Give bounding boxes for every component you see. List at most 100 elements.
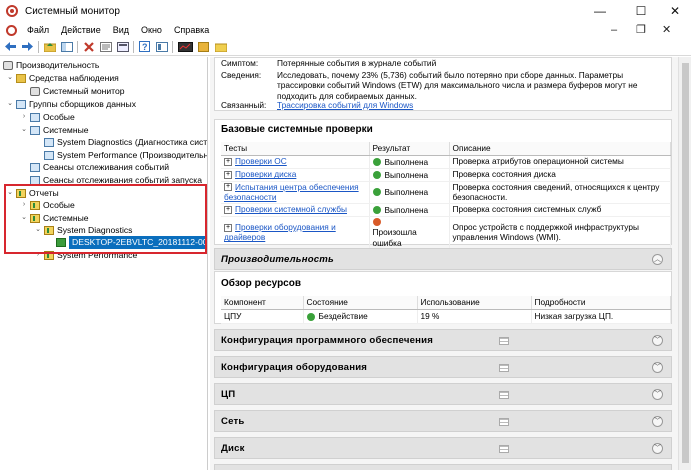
scrollbar-thumb[interactable] [682,63,689,463]
test-link[interactable]: Проверки ОС [235,156,287,166]
col-description[interactable]: Описание [449,142,671,156]
table-view-icon[interactable] [499,391,509,399]
tree-label: Системный монитор [43,86,125,96]
table-row[interactable]: ЦПУ Бездействие 19 % Низкая загрузка ЦП. [221,309,671,324]
section-label: Конфигурация программного обеспечения [221,335,434,346]
chevron-right-icon[interactable]: › [20,111,28,124]
cell-result: Выполнена [369,168,450,182]
content-scrollbar[interactable] [678,57,691,470]
cell-result: Выполнена [369,181,450,204]
menu-app-icon[interactable] [6,24,17,36]
show-hide-tree-icon[interactable] [60,40,73,53]
result-text: Выполнена [384,169,429,180]
table-view-icon[interactable] [499,418,509,426]
collector-icon [30,112,40,122]
symptom-label: Симптом: [221,58,259,68]
col-state[interactable]: Состояние [303,296,418,310]
disk-section-bar[interactable]: Диск ﹀ [214,437,672,459]
expand-plus-icon[interactable]: + [224,171,232,180]
hardware-config-section-bar[interactable]: Конфигурация оборудования ﹀ [214,356,672,378]
cell-test: + Испытания центра обеспечения безопаснос… [221,181,370,204]
child-close-button[interactable]: ✕ [662,22,671,38]
table-row[interactable]: + Испытания центра обеспечения безопаснос… [221,181,671,204]
help-icon[interactable]: ? [138,40,151,53]
tree-item-system-monitor[interactable]: Системный монитор [30,85,125,98]
cell-result: Выполнена [369,155,450,169]
network-section-bar[interactable]: Сеть ﹀ [214,410,672,432]
col-tests[interactable]: Тесты [221,142,370,156]
table-row[interactable]: + Проверки диска Выполнена Проверка состоян… [221,168,671,182]
related-link[interactable]: Трассировка событий для Windows [277,100,669,110]
folder-up-icon[interactable] [43,40,56,53]
cpu-section-bar[interactable]: ЦП ﹀ [214,383,672,405]
table-header: Тесты Результат Описание [221,142,671,156]
report-icon[interactable] [177,40,193,53]
tree-item-event-trace-sessions[interactable]: Сеансы отслеживания событий [20,161,169,174]
chevron-down-icon[interactable]: ﹀ [652,443,663,454]
chevron-down-icon[interactable]: ﹀ [652,335,663,346]
details-label: Сведения: [221,70,262,80]
col-result[interactable]: Результат [369,142,450,156]
status-ok-icon [372,170,381,179]
performance-section-bar[interactable]: Производительность ︿ [214,248,672,270]
chevron-down-icon[interactable]: ⌄ [20,124,28,137]
table-row[interactable]: + Проверки ОС Выполнена Проверка атрибутов … [221,155,671,169]
tree-item-cs-system[interactable]: ⌄ Системные [20,124,88,137]
folder-icon[interactable] [214,40,227,53]
menu-file[interactable]: Файл [21,22,55,38]
table-row[interactable]: + Проверки системной службы Выполнена Прове… [221,203,671,217]
test-link[interactable]: Проверки оборудования и драйверов [224,222,336,243]
test-link[interactable]: Испытания центра обеспечения безопасност… [224,182,359,203]
col-component[interactable]: Компонент [221,296,304,310]
table-view-icon[interactable] [499,337,509,345]
menu-help[interactable]: Справка [168,22,215,38]
menu-action[interactable]: Действие [55,22,107,38]
result-text: Произошла ошибка [372,227,417,248]
window-close-button[interactable]: ✕ [652,0,691,22]
chevron-down-icon[interactable]: ⌄ [6,72,14,85]
tree-label: System Diagnostics (Диагностика сист [57,137,208,147]
view-icon[interactable] [155,40,168,53]
test-link[interactable]: Проверки диска [235,169,296,179]
forward-icon[interactable] [21,40,34,53]
child-restore-button[interactable]: ❐ [636,22,646,38]
chevron-down-icon[interactable]: ⌄ [6,98,14,111]
table-row[interactable]: + Проверки оборудования и драйверов Произо… [221,216,671,249]
chart-icon[interactable] [197,40,210,53]
details-value: Исследовать, почему 23% (5,736) событий … [277,70,638,101]
chevron-up-icon[interactable]: ︿ [652,254,663,265]
chevron-down-icon[interactable]: ﹀ [652,389,663,400]
table-view-icon[interactable] [499,364,509,372]
delete-icon[interactable] [82,40,95,53]
properties-icon[interactable] [99,40,112,53]
export-icon[interactable] [116,40,129,53]
tree-item-cs-system-performance[interactable]: System Performance (Производительн [44,149,207,162]
tree-item-cs-system-diagnostics[interactable]: System Diagnostics (Диагностика сист [44,136,207,149]
col-usage[interactable]: Использование [417,296,532,310]
expand-plus-icon[interactable]: + [224,223,232,232]
tree-label: Производительность [16,60,100,70]
status-ok-icon [306,312,315,321]
cell-test: + Проверки ОС [221,155,370,169]
expand-plus-icon[interactable]: + [224,206,232,215]
menu-window[interactable]: Окно [135,22,168,38]
window-minimize-button[interactable]: — [577,0,623,22]
test-link[interactable]: Проверки системной службы [235,204,347,214]
col-details[interactable]: Подробности [531,296,671,310]
child-minimize-button[interactable]: – [611,22,617,38]
expand-plus-icon[interactable]: + [224,158,232,167]
menu-view[interactable]: Вид [107,22,135,38]
chevron-down-icon[interactable]: ﹀ [652,362,663,373]
table-view-icon[interactable] [499,445,509,453]
next-section-bar[interactable] [214,464,672,470]
software-config-section-bar[interactable]: Конфигурация программного обеспечения ﹀ [214,329,672,351]
chevron-down-icon[interactable]: ﹀ [652,416,663,427]
expand-plus-icon[interactable]: + [224,183,232,192]
tree-item-monitoring-tools[interactable]: ⌄ Средства наблюдения [6,72,119,85]
tree-item-cs-user-defined[interactable]: › Особые [20,111,75,124]
tree-item-collector-sets[interactable]: ⌄ Группы сборщиков данных [6,98,136,111]
back-icon[interactable] [4,40,17,53]
tree-item-performance[interactable]: Производительность [3,59,99,72]
basic-checks-card: Базовые системные проверки Тесты Результ… [214,119,672,249]
cell-test: + Проверки диска [221,168,370,182]
